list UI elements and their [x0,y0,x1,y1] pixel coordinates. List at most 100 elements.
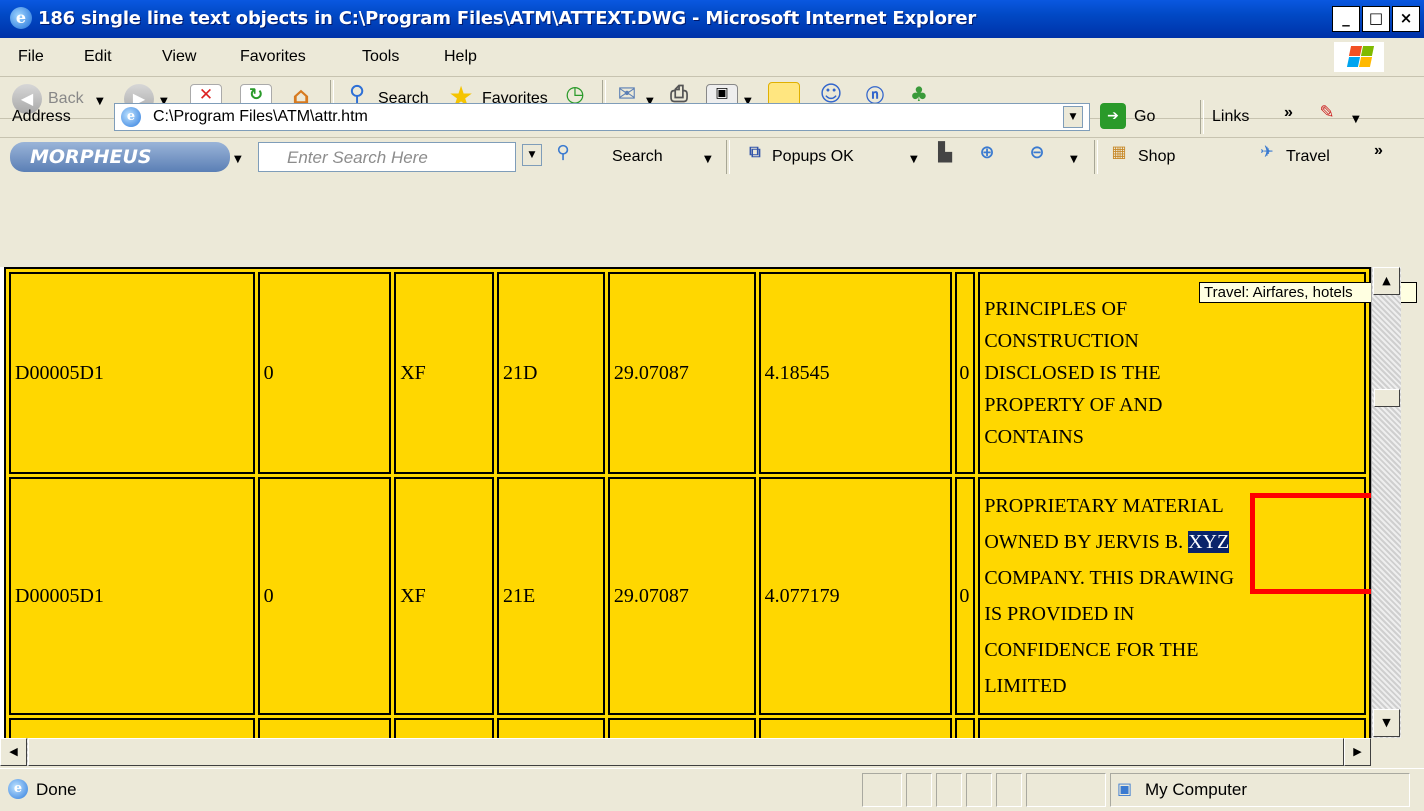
go-button[interactable]: Go [1134,108,1155,126]
windows-logo-icon [1334,42,1384,72]
zoom-in-icon[interactable]: ⊕ [972,142,1002,172]
menu-edit[interactable]: Edit [84,48,112,66]
table-cell: XF [394,477,495,715]
table-row: D00005D1 0 XF 21E 29.07087 4.077179 0 PR… [9,477,1366,715]
links-button[interactable]: Links [1212,108,1249,126]
scroll-right-icon[interactable]: ▶ [1344,738,1371,766]
selected-text[interactable]: XYZ [1188,531,1230,553]
status-page-icon: e [8,779,28,799]
table-cell: 0 [955,477,976,715]
text-line: PROPERTY OF AND [984,394,1163,416]
text-line: CONTAINS [984,426,1084,448]
table-cell: 0 [257,477,392,715]
menu-file[interactable]: File [18,48,44,66]
zoom-out-icon[interactable]: ⊖ [1022,142,1052,172]
acrobat-dropdown-icon[interactable]: ▼ [1352,114,1360,125]
table-row: D00005D1 0 XF 21D 29.07087 4.18545 0 PRI… [9,272,1366,474]
horizontal-scroll-thumb[interactable] [28,738,1344,766]
popups-icon[interactable]: ⧉ [740,142,770,172]
morpheus-dropdown-icon[interactable]: ▼ [234,154,242,165]
table-cell: D00005D1 [9,477,255,715]
shop-button[interactable]: Shop [1138,148,1175,166]
travel-icon[interactable]: ✈ [1252,142,1282,172]
search-dropdown-icon[interactable]: ▼ [522,144,542,166]
zone-text: My Computer [1145,780,1248,799]
table-cell: 21D [497,272,605,474]
morpheus-search-icon[interactable]: ⚲ [548,142,578,172]
table-row [9,718,1366,738]
links-chevron-icon[interactable]: » [1284,104,1293,122]
morpheus-search-button[interactable]: Search [612,148,663,166]
table-cell [257,718,392,738]
menu-tools[interactable]: Tools [362,48,399,66]
ie-logo-icon: e [10,7,32,29]
acrobat-icon[interactable]: ✎ [1312,102,1342,132]
toolbar-separator [1094,140,1098,174]
table-cell: 4.18545 [758,272,953,474]
back-button[interactable]: Back [48,90,84,108]
address-field[interactable]: e C:\Program Files\ATM\attr.htm ▼ [114,103,1090,131]
address-label: Address [12,108,71,125]
window-title: 186 single line text objects in C:\Progr… [38,8,977,29]
status-pane [936,773,962,807]
close-button[interactable]: × [1392,6,1420,32]
status-pane [996,773,1022,807]
page-content: D00005D1 0 XF 21D 29.07087 4.18545 0 PRI… [0,267,1371,738]
scroll-left-icon[interactable]: ◀ [0,738,27,766]
vertical-scroll-thumb[interactable] [1374,389,1400,407]
status-text: Done [36,780,77,799]
shop-icon[interactable]: ▦ [1104,142,1134,172]
morpheus-search-dropdown-icon[interactable]: ▼ [704,154,712,165]
menu-help[interactable]: Help [444,48,477,66]
popups-ok-button[interactable]: Popups OK [772,148,854,166]
data-table: D00005D1 0 XF 21D 29.07087 4.18545 0 PRI… [4,267,1371,738]
go-arrow-icon[interactable]: ➔ [1100,103,1126,129]
menu-bar: File Edit View Favorites Tools Help [0,38,1424,77]
address-value[interactable]: C:\Program Files\ATM\attr.htm [153,108,368,126]
table-cell [758,718,953,738]
table-cell: 29.07087 [607,272,756,474]
popups-dropdown-icon[interactable]: ▼ [910,154,918,165]
travel-button[interactable]: Travel [1286,148,1330,166]
table-cell [607,718,756,738]
table-cell [9,718,255,738]
vertical-scrollbar[interactable]: ▲ ▼ [1371,267,1401,738]
text-line: CONFIDENCE FOR THE [984,639,1199,661]
table-cell: 21E [497,477,605,715]
table-cell: 0 [955,272,976,474]
morpheus-logo[interactable]: MORPHEUS [10,142,230,172]
table-cell: D00005D1 [9,272,255,474]
toolbar-separator [726,140,730,174]
status-pane [966,773,992,807]
horizontal-scrollbar[interactable]: ◀ ▶ [0,738,1371,766]
table-cell: XF [394,272,495,474]
table-cell [955,718,976,738]
status-pane [1026,773,1106,807]
table-cell [978,718,1366,738]
menu-favorites[interactable]: Favorites [240,48,306,66]
zoom-dropdown-icon[interactable]: ▼ [1070,154,1078,165]
scroll-down-icon[interactable]: ▼ [1373,709,1400,737]
status-pane [862,773,902,807]
highlight-annotation-box [1250,493,1390,594]
minimize-button[interactable]: _ [1332,6,1360,32]
status-bar: e Done ▣ My Computer [0,768,1424,811]
morpheus-search-input[interactable]: Enter Search Here [258,142,516,172]
search-placeholder: Enter Search Here [287,148,428,167]
table-cell [497,718,605,738]
title-bar: e 186 single line text objects in C:\Pro… [0,0,1424,38]
menu-view[interactable]: View [162,48,196,66]
text-line: DISCLOSED IS THE [984,362,1161,384]
toolbar-overflow-icon[interactable]: » [1374,142,1383,160]
back-dropdown-icon[interactable]: ▼ [96,96,104,107]
address-dropdown-icon[interactable]: ▼ [1063,106,1083,128]
table-cell: 4.077179 [758,477,953,715]
table-cell: 29.07087 [607,477,756,715]
table-cell: 0 [257,272,392,474]
maximize-button[interactable]: □ [1362,6,1390,32]
text-line: IS PROVIDED IN [984,603,1135,625]
highlighter-icon[interactable]: ▙ [930,142,960,172]
scroll-up-icon[interactable]: ▲ [1373,267,1400,295]
status-pane [906,773,932,807]
scrollbar-corner [1371,738,1401,766]
